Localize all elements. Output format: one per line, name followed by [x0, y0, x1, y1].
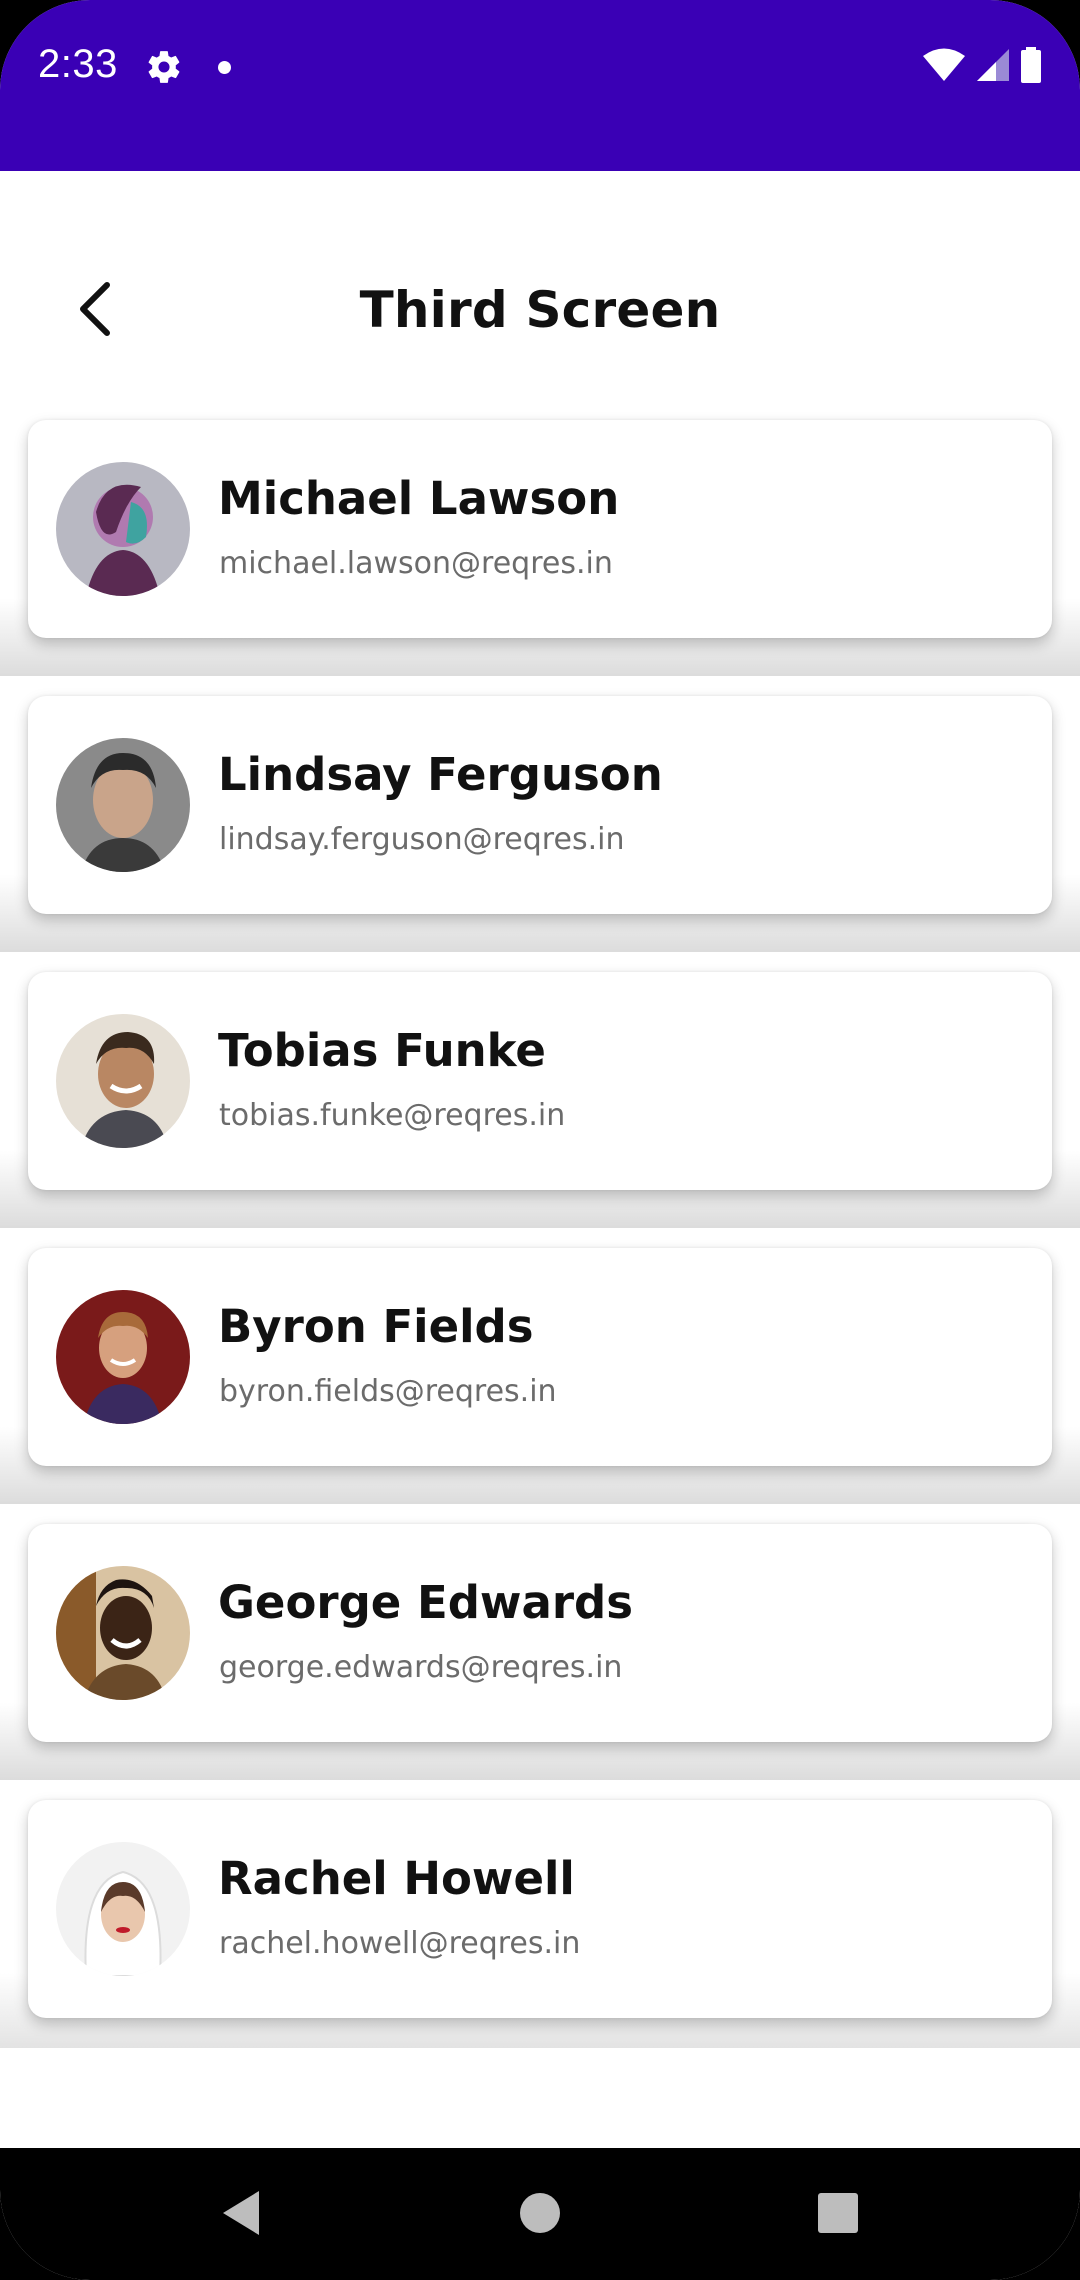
- list-item: Tobias Funke tobias.funke@reqres.in: [0, 952, 1080, 1228]
- home-circle-icon: [519, 2192, 561, 2239]
- phone-screen: 2:33 Third Screen Michael Lawson michael…: [0, 0, 1080, 2280]
- avatar: [56, 462, 190, 596]
- avatar: [56, 1290, 190, 1424]
- gear-icon: [145, 48, 183, 86]
- user-email: george.edwards@reqres.in: [219, 1650, 623, 1685]
- notification-dot-icon: [218, 61, 231, 74]
- user-email: byron.fields@reqres.in: [219, 1374, 557, 1409]
- nav-back-button[interactable]: [206, 2180, 276, 2250]
- user-name: Lindsay Ferguson: [218, 748, 663, 801]
- battery-icon: [1020, 46, 1042, 88]
- user-card[interactable]: George Edwards george.edwards@reqres.in: [28, 1524, 1052, 1742]
- list-item: Lindsay Ferguson lindsay.ferguson@reqres…: [0, 676, 1080, 952]
- list-item: George Edwards george.edwards@reqres.in: [0, 1504, 1080, 1780]
- user-name: George Edwards: [218, 1576, 634, 1629]
- user-card[interactable]: Tobias Funke tobias.funke@reqres.in: [28, 972, 1052, 1190]
- app-bar: Third Screen: [0, 171, 1080, 421]
- avatar: [56, 1014, 190, 1148]
- wifi-icon: [922, 48, 966, 87]
- list-item: Rachel Howell rachel.howell@reqres.in: [0, 1780, 1080, 2048]
- avatar: [56, 738, 190, 872]
- system-nav-bar: [0, 2148, 1080, 2280]
- nav-recents-button[interactable]: [803, 2180, 873, 2250]
- nav-home-button[interactable]: [505, 2180, 575, 2250]
- user-card[interactable]: Rachel Howell rachel.howell@reqres.in: [28, 1800, 1052, 2018]
- avatar: [56, 1566, 190, 1700]
- user-name: Byron Fields: [218, 1300, 534, 1353]
- signal-icon: [976, 48, 1010, 87]
- user-card[interactable]: Lindsay Ferguson lindsay.ferguson@reqres…: [28, 696, 1052, 914]
- list-item: Michael Lawson michael.lawson@reqres.in: [0, 400, 1080, 676]
- back-triangle-icon: [219, 2189, 263, 2242]
- page-title: Third Screen: [359, 281, 721, 339]
- avatar: [56, 1842, 190, 1976]
- recents-square-icon: [817, 2192, 859, 2239]
- status-bar: 2:33: [0, 0, 1080, 171]
- user-name: Michael Lawson: [218, 472, 620, 525]
- user-email: rachel.howell@reqres.in: [219, 1926, 581, 1961]
- user-email: tobias.funke@reqres.in: [219, 1098, 566, 1133]
- user-name: Rachel Howell: [218, 1852, 575, 1905]
- list-item: Byron Fields byron.fields@reqres.in: [0, 1228, 1080, 1504]
- user-name: Tobias Funke: [218, 1024, 546, 1077]
- user-card[interactable]: Michael Lawson michael.lawson@reqres.in: [28, 420, 1052, 638]
- user-email: michael.lawson@reqres.in: [219, 546, 613, 581]
- user-list[interactable]: Michael Lawson michael.lawson@reqres.in …: [0, 400, 1080, 2048]
- user-email: lindsay.ferguson@reqres.in: [219, 822, 625, 857]
- status-indicators: [922, 46, 1042, 88]
- status-time: 2:33: [38, 42, 118, 86]
- user-card[interactable]: Byron Fields byron.fields@reqres.in: [28, 1248, 1052, 1466]
